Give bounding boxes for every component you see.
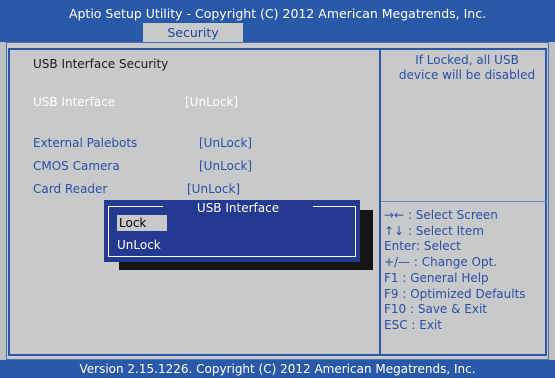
setting-cmos-camera-value[interactable]: [UnLock] <box>199 159 252 173</box>
setting-usb-interface-label[interactable]: USB Interface <box>33 95 115 109</box>
help-description: If Locked, all USB device will be disabl… <box>398 53 536 82</box>
key-exit: ESC : Exit <box>384 317 442 332</box>
key-enter-select: Enter: Select <box>384 239 461 254</box>
key-general-help: F1 : General Help <box>384 270 489 285</box>
setting-external-palebots-value[interactable]: [UnLock] <box>199 136 252 150</box>
setting-card-reader-value[interactable]: [UnLock] <box>187 182 240 196</box>
setting-usb-interface-value[interactable]: [UnLock] <box>185 95 238 109</box>
key-select-item: ↑↓ : Select Item <box>384 223 484 238</box>
popup-title: USB Interface <box>163 201 313 215</box>
setting-external-palebots-label[interactable]: External Palebots <box>33 136 137 150</box>
tab-security[interactable]: Security <box>143 23 243 42</box>
key-change-opt: +/— : Change Opt. <box>384 255 498 270</box>
key-optimized-defaults: F9 : Optimized Defaults <box>384 286 526 301</box>
setting-cmos-camera-label[interactable]: CMOS Camera <box>33 159 120 173</box>
popup-option-lock[interactable]: Lock <box>117 215 167 231</box>
setting-card-reader-label[interactable]: Card Reader <box>33 182 107 196</box>
help-separator <box>381 201 547 202</box>
footer-version: Version 2.15.1226. Copyright (C) 2012 Am… <box>0 360 555 378</box>
app-title: Aptio Setup Utility - Copyright (C) 2012… <box>68 6 487 21</box>
key-legend: →← : Select Screen ↑↓ : Select Item Ente… <box>384 208 526 334</box>
key-select-screen: →← : Select Screen <box>384 208 498 222</box>
header-bar: Aptio Setup Utility - Copyright (C) 2012… <box>0 0 555 42</box>
key-save-exit: F10 : Save & Exit <box>384 302 488 317</box>
popup-option-unlock[interactable]: UnLock <box>117 238 161 252</box>
section-title: USB Interface Security <box>33 57 169 71</box>
panel-divider <box>379 48 381 356</box>
